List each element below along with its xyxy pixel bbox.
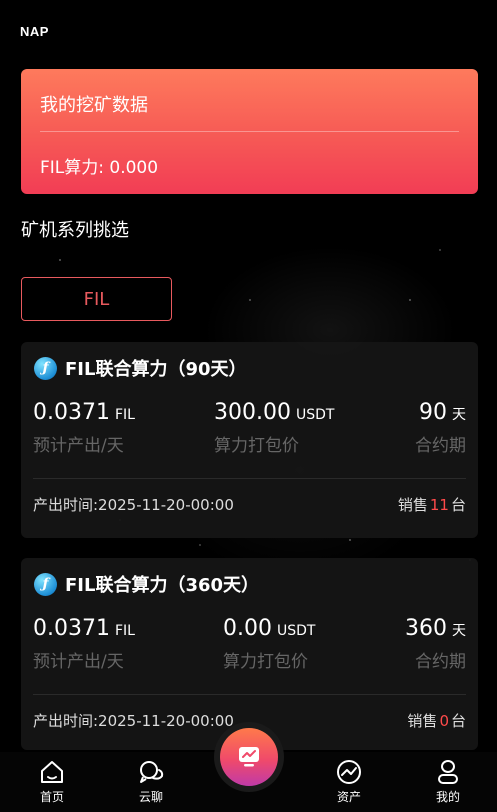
user-icon <box>438 760 458 784</box>
price-unit: USDT <box>295 407 335 423</box>
sold-number: 11 <box>429 496 449 514</box>
center-action-inner <box>220 728 278 786</box>
term-unit: 天 <box>452 623 466 639</box>
sold-prefix: 销售 <box>407 712 438 730</box>
tab-assets-label: 资产 <box>336 790 361 804</box>
fil-hashrate: FIL算力: 0.000 <box>40 158 159 178</box>
tab-chat[interactable]: 云聊 <box>121 758 181 805</box>
sold-count: 销售 0 台 <box>407 710 466 731</box>
price-label: 算力打包价 <box>223 652 308 672</box>
chart-screen-icon <box>239 747 259 767</box>
output-unit: FIL <box>114 407 135 423</box>
output-stat: 0.0371 FIL 预计产出/天 <box>33 616 135 672</box>
product-title: FIL联合算力（360天） <box>65 575 260 596</box>
term-value: 360 <box>405 616 447 641</box>
mining-data-title: 我的挖矿数据 <box>40 95 148 116</box>
trend-icon <box>337 760 361 784</box>
output-label: 预计产出/天 <box>33 652 124 672</box>
term-label: 合约期 <box>415 436 466 456</box>
product-card[interactable]: ƒ FIL联合算力（90天） 0.0371 FIL 预计产出/天 300.00 US… <box>21 342 478 538</box>
chat-bubbles-icon <box>140 761 164 783</box>
output-value: 0.0371 <box>33 616 110 641</box>
sold-count: 销售 11 台 <box>398 494 466 515</box>
sold-prefix: 销售 <box>397 496 428 514</box>
tab-home-label: 首页 <box>39 790 64 804</box>
app-brand: NAP <box>20 24 49 39</box>
term-label: 合约期 <box>415 652 466 672</box>
home-icon <box>41 761 63 783</box>
series-heading: 矿机系列挑选 <box>21 220 129 241</box>
output-stat: 0.0371 FIL 预计产出/天 <box>33 400 135 456</box>
tab-home[interactable]: 首页 <box>22 758 82 805</box>
sold-suffix: 台 <box>450 712 466 730</box>
sold-number: 0 <box>439 712 449 730</box>
tab-chat-label: 云聊 <box>138 790 163 804</box>
tab-assets[interactable]: 资产 <box>319 758 379 805</box>
term-stat: 360 天 合约期 <box>405 616 466 672</box>
price-value: 0.00 <box>223 616 272 641</box>
term-unit: 天 <box>452 407 466 423</box>
price-stat: 300.00 USDT 算力打包价 <box>214 400 334 456</box>
sold-suffix: 台 <box>450 496 466 514</box>
price-stat: 0.00 USDT 算力打包价 <box>223 616 315 672</box>
output-unit: FIL <box>114 623 135 639</box>
tab-mine[interactable]: 我的 <box>418 758 478 805</box>
term-value: 90 <box>419 400 447 425</box>
price-label: 算力打包价 <box>214 436 299 456</box>
center-action-button[interactable] <box>214 722 284 792</box>
price-unit: USDT <box>276 623 316 639</box>
mining-data-card[interactable]: 我的挖矿数据 FIL算力: 0.000 <box>21 69 478 194</box>
term-stat: 90 天 合约期 <box>415 400 466 456</box>
divider <box>33 478 466 479</box>
price-value: 300.00 <box>214 400 291 425</box>
output-time: 产出时间:2025-11-20-00:00 <box>33 496 234 514</box>
filecoin-icon: ƒ <box>34 356 57 380</box>
output-value: 0.0371 <box>33 400 110 425</box>
divider <box>33 694 466 695</box>
product-title: FIL联合算力（90天） <box>65 359 247 380</box>
divider <box>40 131 459 132</box>
output-label: 预计产出/天 <box>33 436 124 456</box>
output-time: 产出时间:2025-11-20-00:00 <box>33 712 234 730</box>
filecoin-icon: ƒ <box>34 572 57 596</box>
filter-fil-button[interactable]: FIL <box>21 277 172 321</box>
tab-mine-label: 我的 <box>435 790 460 804</box>
